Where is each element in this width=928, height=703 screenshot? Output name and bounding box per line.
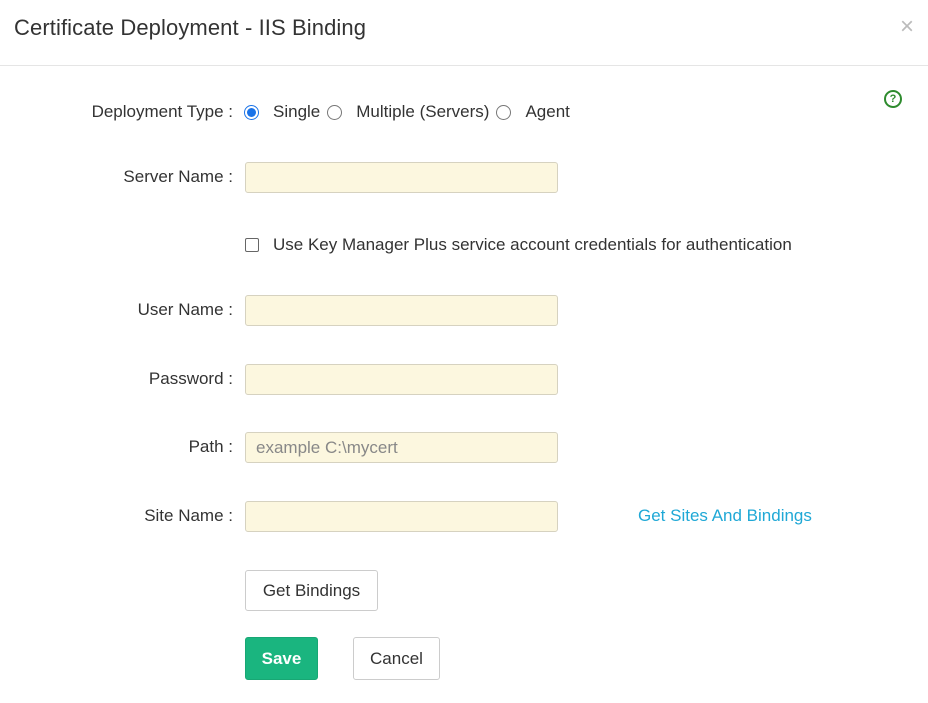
password-label: Password : — [148, 369, 233, 388]
close-icon[interactable]: × — [900, 14, 914, 40]
service-account-checkbox-row: Use Key Manager Plus service account cre… — [245, 235, 792, 255]
get-bindings-button[interactable]: Get Bindings — [245, 570, 378, 611]
radio-multiple-servers[interactable] — [327, 104, 343, 120]
help-icon[interactable]: ? — [884, 90, 902, 108]
path-label: Path : — [188, 437, 233, 456]
dialog-header: Certificate Deployment - IIS Binding × — [0, 0, 928, 66]
radio-agent-label[interactable]: Agent — [525, 102, 569, 122]
radio-single[interactable] — [244, 104, 259, 120]
radio-agent[interactable] — [496, 104, 512, 120]
user-name-label: User Name : — [137, 300, 233, 319]
server-name-label: Server Name : — [123, 167, 233, 186]
deployment-type-label: Deployment Type : — [91, 102, 233, 121]
deployment-type-radio-group: Single Multiple (Servers) Agent — [244, 101, 577, 123]
get-sites-and-bindings-link[interactable]: Get Sites And Bindings — [638, 506, 812, 526]
save-button[interactable]: Save — [245, 637, 318, 680]
cancel-button[interactable]: Cancel — [353, 637, 440, 680]
service-account-checkbox[interactable] — [245, 238, 259, 252]
site-name-input[interactable] — [245, 501, 558, 532]
site-name-label: Site Name : — [144, 506, 233, 525]
server-name-input[interactable] — [245, 162, 558, 193]
path-input[interactable] — [245, 432, 558, 463]
radio-multiple-servers-label[interactable]: Multiple (Servers) — [356, 102, 489, 122]
user-name-input[interactable] — [245, 295, 558, 326]
dialog-title: Certificate Deployment - IIS Binding — [14, 15, 367, 40]
password-input[interactable] — [245, 364, 558, 395]
radio-single-label[interactable]: Single — [273, 102, 320, 122]
service-account-checkbox-label[interactable]: Use Key Manager Plus service account cre… — [273, 235, 792, 255]
